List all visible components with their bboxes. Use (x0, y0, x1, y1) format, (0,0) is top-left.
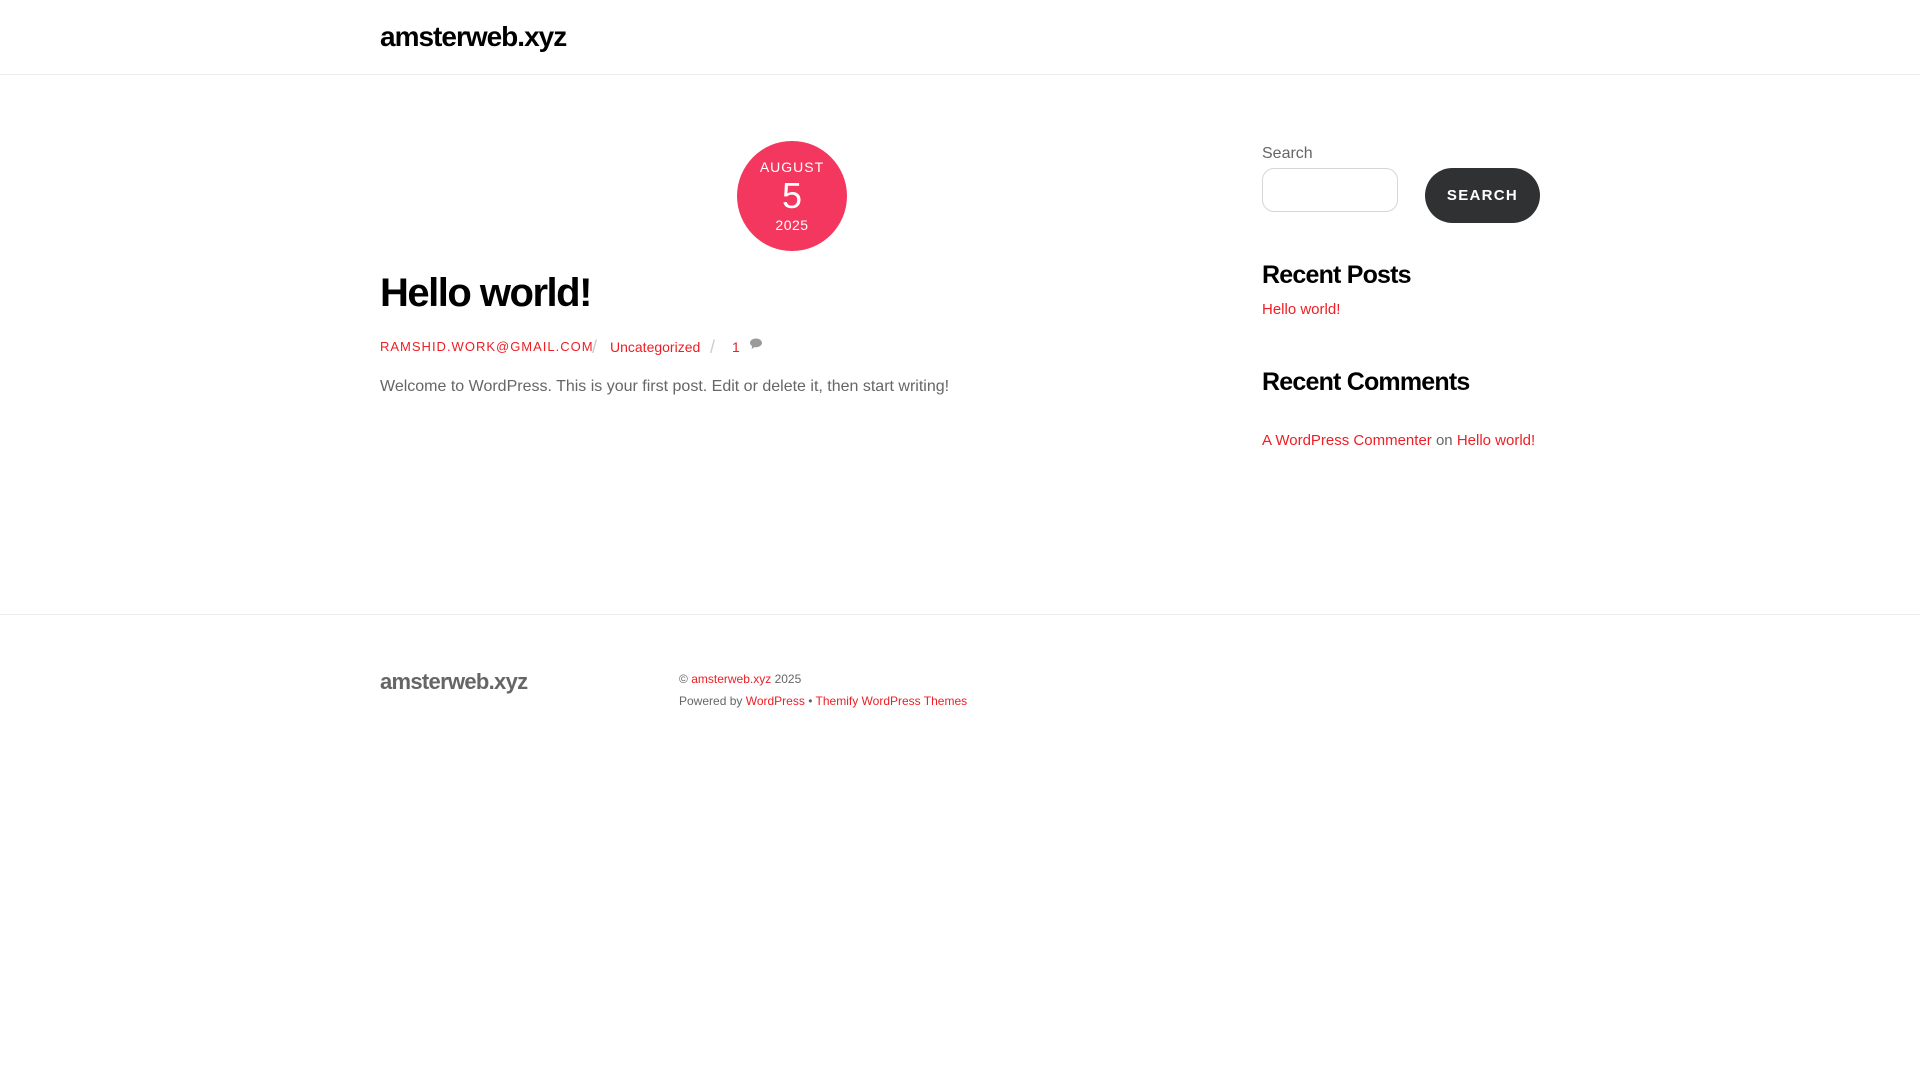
post-excerpt: Welcome to WordPress. This is your first… (380, 378, 950, 395)
comment-author-link[interactable]: A WordPress Commenter (1262, 432, 1432, 449)
post-title-link[interactable]: Hello world! (380, 268, 592, 318)
credits-bullet: • (808, 694, 813, 708)
post-date-day: 5 (781, 175, 803, 216)
search-input[interactable] (1262, 168, 1398, 212)
comment-post-link[interactable]: Hello world! (1457, 432, 1535, 449)
meta-separator: / (592, 337, 598, 357)
wordpress-link[interactable]: WordPress (746, 694, 805, 708)
recent-post-link[interactable]: Hello world! (1262, 299, 1340, 321)
footer-credits: Powered by WordPress • Themify WordPress… (679, 692, 967, 710)
site-title-link[interactable]: amsterweb.xyz (380, 20, 567, 54)
meta-separator: / (710, 337, 716, 357)
post-date-year: 2025 (775, 217, 809, 233)
post-date-badge: AUGUST 5 2025 (737, 141, 847, 251)
copyright-year: 2025 (774, 672, 802, 686)
footer-divider (0, 614, 1920, 615)
recent-comment-item: A WordPress Commenter on Hello world! (1262, 430, 1535, 452)
footer-copyright: © amsterweb.xyz 2025 (679, 670, 801, 688)
post-comments-link[interactable]: 1 (732, 337, 740, 357)
site-header: amsterweb.xyz (0, 0, 1920, 75)
footer-copyright-link[interactable]: amsterweb.xyz (691, 672, 771, 686)
recent-posts-title: Recent Posts (1262, 261, 1412, 289)
recent-comments-title: Recent Comments (1262, 368, 1470, 396)
post-date-month: AUGUST (759, 159, 825, 175)
post-author-link[interactable]: RAMSHID.WORK@GMAIL.COM (380, 337, 594, 357)
speech-bubble-icon[interactable] (749, 337, 763, 351)
search-label: Search (1262, 145, 1313, 162)
comment-connector: on (1435, 432, 1453, 449)
post-category-link[interactable]: Uncategorized (610, 337, 700, 357)
copyright-symbol: © (679, 672, 688, 686)
theme-link[interactable]: Themify WordPress Themes (816, 694, 968, 708)
footer-site-title-link[interactable]: amsterweb.xyz (380, 667, 528, 697)
powered-by-text: Powered by (679, 694, 743, 708)
search-button[interactable]: SEARCH (1425, 168, 1540, 223)
